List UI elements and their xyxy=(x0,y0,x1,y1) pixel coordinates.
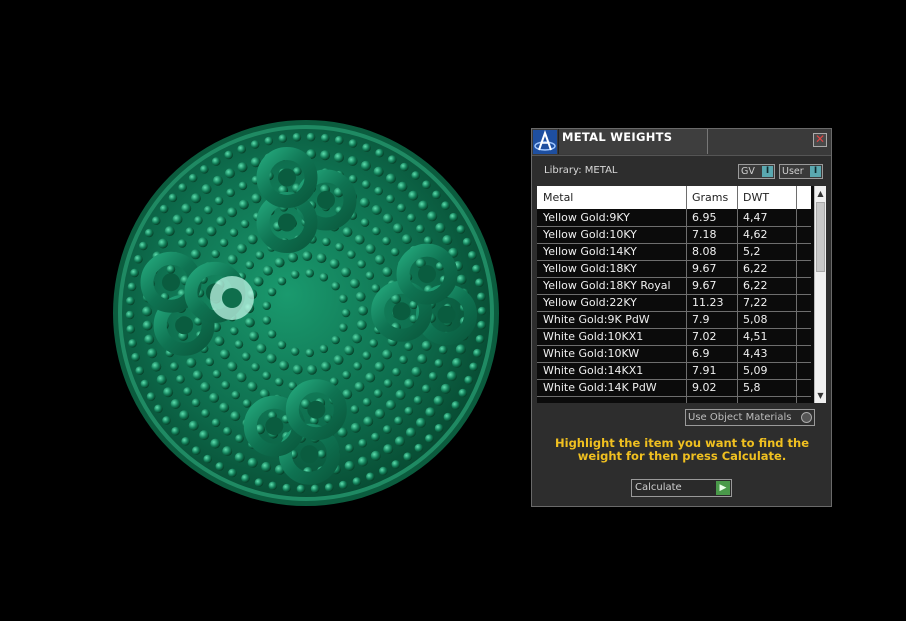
gv-toggle-indicator: I xyxy=(762,166,773,177)
dwt-cell: 5,08 xyxy=(743,313,768,326)
grams-cell: 7.91 xyxy=(692,364,717,377)
list-rows: Yellow Gold:9KY 6.95 4,47 Yellow Gold:10KY 7… xyxy=(537,210,811,397)
pendant-render xyxy=(113,120,499,506)
dwt-cell: 4,62 xyxy=(743,228,768,241)
table-row[interactable]: Yellow Gold:18KY 9.67 6,22 xyxy=(537,261,811,278)
grams-cell: 7.02 xyxy=(692,330,717,343)
table-row[interactable]: White Gold:9K PdW 7.9 5,08 xyxy=(537,312,811,329)
metal-cell: Yellow Gold:22KY xyxy=(543,296,637,309)
gv-toggle-label: GV xyxy=(741,166,755,177)
metal-cell: Yellow Gold:10KY xyxy=(543,228,637,241)
grams-cell: 6.9 xyxy=(692,347,710,360)
grams-cell: 8.08 xyxy=(692,245,717,258)
table-row[interactable]: Yellow Gold:14KY 8.08 5,2 xyxy=(537,244,811,261)
dwt-cell: 5,8 xyxy=(743,381,761,394)
grams-cell: 6.95 xyxy=(692,211,717,224)
user-toggle-label: User xyxy=(782,166,804,177)
table-row[interactable]: White Gold:14K PdW 9.02 5,8 xyxy=(537,380,811,397)
table-row[interactable]: Yellow Gold:22KY 11.23 7,22 xyxy=(537,295,811,312)
metal-cell: White Gold:9K PdW xyxy=(543,313,650,326)
metal-cell: Yellow Gold:18KY xyxy=(543,262,637,275)
dwt-cell: 6,22 xyxy=(743,262,768,275)
play-icon: ▶ xyxy=(716,481,730,495)
library-label: Library: METAL xyxy=(544,165,618,176)
metal-cell: White Gold:14KX1 xyxy=(543,364,644,377)
chevron-down-icon[interactable]: ▼ xyxy=(815,389,826,402)
dwt-cell: 5,09 xyxy=(743,364,768,377)
grams-cell: 11.23 xyxy=(692,296,724,309)
scroll-thumb[interactable] xyxy=(816,202,825,272)
3d-viewport[interactable] xyxy=(0,0,530,621)
column-header-grams[interactable]: Grams xyxy=(692,186,728,209)
metal-cell: White Gold:10KX1 xyxy=(543,330,644,343)
dwt-cell: 6,22 xyxy=(743,279,768,292)
close-button[interactable]: ✕ xyxy=(813,133,827,147)
user-toggle-indicator: I xyxy=(810,166,821,177)
metal-cell: Yellow Gold:14KY xyxy=(543,245,637,258)
grams-cell: 7.9 xyxy=(692,313,710,326)
column-line xyxy=(686,186,687,403)
panel-titlebar[interactable]: METAL WEIGHTS ✕ xyxy=(532,129,831,156)
instruction-text: Highlight the item you want to find the … xyxy=(555,436,809,463)
metal-cell: Yellow Gold:9KY xyxy=(543,211,630,224)
dwt-cell: 4,43 xyxy=(743,347,768,360)
column-line xyxy=(737,186,738,403)
chevron-up-icon[interactable]: ▲ xyxy=(815,187,826,200)
table-row[interactable]: Yellow Gold:9KY 6.95 4,47 xyxy=(537,210,811,227)
list-scrollbar[interactable]: ▲ ▼ xyxy=(814,186,826,403)
user-toggle[interactable]: User I xyxy=(779,164,823,179)
column-header-metal[interactable]: Metal xyxy=(543,186,573,209)
table-row[interactable]: Yellow Gold:18KY Royal 9.67 6,22 xyxy=(537,278,811,295)
grams-cell: 9.67 xyxy=(692,279,717,292)
metal-list[interactable]: Metal Grams DWT Yellow Gold:9KY 6.95 4,47 Y… xyxy=(537,186,826,403)
table-row[interactable]: Yellow Gold:10KY 7.18 4,62 xyxy=(537,227,811,244)
metal-weights-panel: METAL WEIGHTS ✕ Library: METAL GV I User… xyxy=(531,128,832,507)
dwt-cell: 5,2 xyxy=(743,245,761,258)
column-line xyxy=(796,186,797,403)
radio-indicator-icon xyxy=(801,412,812,423)
dwt-cell: 4,47 xyxy=(743,211,768,224)
table-row[interactable]: White Gold:10KW 6.9 4,43 xyxy=(537,346,811,363)
dwt-cell: 7,22 xyxy=(743,296,768,309)
a-logo-icon xyxy=(533,130,557,154)
grams-cell: 7.18 xyxy=(692,228,717,241)
list-header: Metal Grams DWT xyxy=(537,186,811,209)
metal-cell: Yellow Gold:18KY Royal xyxy=(543,279,671,292)
use-object-materials-toggle[interactable]: Use Object Materials xyxy=(685,409,815,426)
grams-cell: 9.67 xyxy=(692,262,717,275)
column-header-dwt[interactable]: DWT xyxy=(743,186,769,209)
panel-title: METAL WEIGHTS xyxy=(562,130,673,144)
table-row[interactable]: White Gold:10KX1 7.02 4,51 xyxy=(537,329,811,346)
use-object-materials-label: Use Object Materials xyxy=(688,412,792,423)
calculate-label: Calculate xyxy=(635,482,682,493)
table-row[interactable]: White Gold:14KX1 7.91 5,09 xyxy=(537,363,811,380)
gv-toggle[interactable]: GV I xyxy=(738,164,775,179)
metal-cell: White Gold:14K PdW xyxy=(543,381,657,394)
metal-cell: White Gold:10KW xyxy=(543,347,640,360)
grams-cell: 9.02 xyxy=(692,381,717,394)
dwt-cell: 4,51 xyxy=(743,330,768,343)
calculate-button[interactable]: Calculate ▶ xyxy=(631,479,732,497)
close-icon: ✕ xyxy=(814,132,826,146)
